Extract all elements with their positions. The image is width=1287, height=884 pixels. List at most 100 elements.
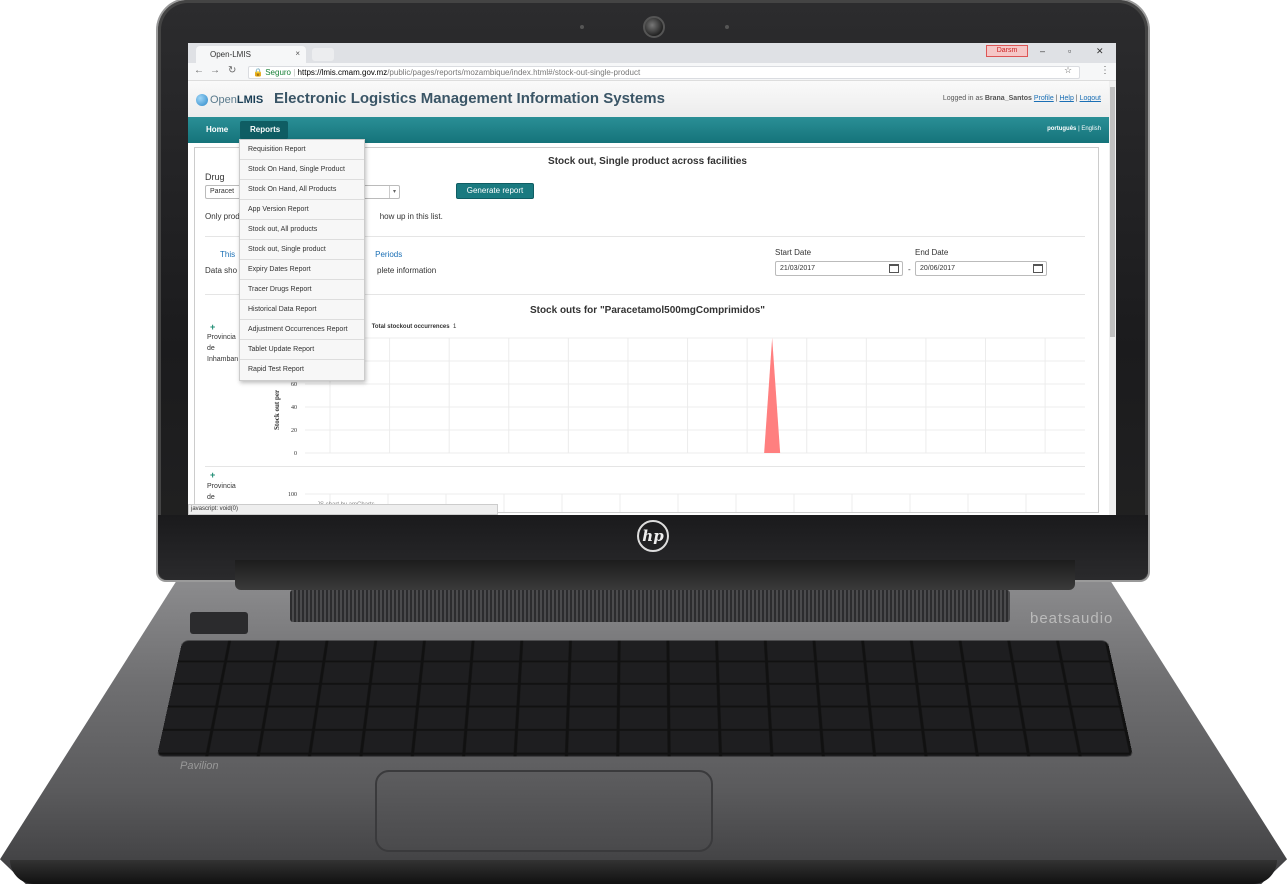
drug-label: Drug bbox=[205, 172, 225, 182]
keyboard[interactable] bbox=[156, 640, 1134, 757]
tab-title: Open-LMIS bbox=[210, 50, 251, 59]
y-tick-label: 0 bbox=[294, 451, 297, 457]
logo-prefix: Open bbox=[210, 94, 237, 106]
date-separator: - bbox=[908, 265, 911, 274]
start-date-label: Start Date bbox=[775, 248, 812, 257]
url-host: https://lmis.cmam.gov.mz bbox=[297, 68, 388, 77]
chart-grid bbox=[305, 337, 1085, 454]
browser-tab-bar: Open-LMIS × Darsm – ▫ ✕ bbox=[188, 43, 1116, 63]
username: Brana_Santos bbox=[984, 95, 1032, 102]
bookmark-star-icon[interactable]: ☆ bbox=[1064, 65, 1072, 76]
summary-value: 1 bbox=[452, 324, 457, 330]
menu-dots-icon[interactable]: ⋮ bbox=[1100, 65, 1110, 76]
start-date-value: 21/03/2017 bbox=[780, 265, 816, 272]
y-axis-ticks: 0 20 40 60 bbox=[291, 382, 297, 457]
reports-menu-item[interactable]: Stock On Hand, Single Product bbox=[240, 160, 364, 180]
new-tab-button[interactable] bbox=[312, 48, 334, 61]
y-axis-label: Stock out per bbox=[273, 390, 281, 430]
reports-menu-item[interactable]: App Version Report bbox=[240, 200, 364, 220]
url-path: /public/pages/reports/mozambique/index.h… bbox=[387, 68, 641, 77]
stockout-chart: 0204060 27.03.201704.201710.04.201717.04… bbox=[273, 337, 1085, 457]
province-line: Provincia bbox=[207, 483, 236, 490]
url-field[interactable]: 🔒 Seguro | https://lmis.cmam.gov.mz/publ… bbox=[248, 66, 1080, 79]
reports-menu-item[interactable]: Tracer Drugs Report bbox=[240, 280, 364, 300]
webcam-indicator-right bbox=[725, 25, 729, 29]
generate-report-button[interactable]: Generate report bbox=[456, 183, 534, 199]
scroll-thumb[interactable] bbox=[1110, 87, 1115, 337]
laptop-hinge bbox=[235, 560, 1075, 590]
forward-icon[interactable]: → bbox=[210, 65, 220, 76]
screen: Open-LMIS × Darsm – ▫ ✕ ← → ↻ 🔒 Seguro |… bbox=[188, 43, 1116, 515]
data-note-prefix: Data sho bbox=[205, 266, 238, 275]
browser-tab[interactable]: Open-LMIS × bbox=[196, 46, 306, 63]
nav-reports[interactable]: Reports bbox=[250, 125, 280, 134]
periods-link-text: Periods bbox=[375, 250, 403, 259]
hp-logo: hp bbox=[637, 520, 669, 552]
reports-menu-item[interactable]: Stock On Hand, All Products bbox=[240, 180, 364, 200]
chevron-down-icon: ▾ bbox=[389, 186, 399, 198]
speaker-grille bbox=[290, 590, 1010, 622]
minimize-icon[interactable]: – bbox=[1040, 46, 1045, 56]
status-bar: javascript: void(0) bbox=[188, 504, 498, 515]
power-button[interactable] bbox=[190, 612, 248, 634]
reports-menu-item[interactable]: Adjustment Occurrences Report bbox=[240, 320, 364, 340]
laptop-base-rim bbox=[10, 860, 1277, 884]
lang-portuguese[interactable]: português bbox=[1047, 126, 1076, 132]
reports-menu-item[interactable]: Stock out, All products bbox=[240, 220, 364, 240]
lock-icon: 🔒 bbox=[253, 68, 263, 77]
login-info: Logged in as Brana_Santos Profile | Help… bbox=[942, 95, 1101, 102]
page-scrollbar[interactable] bbox=[1109, 81, 1116, 515]
login-prefix: Logged in as bbox=[942, 95, 985, 102]
stockout-spike bbox=[764, 338, 781, 453]
y-axis-ticks: 100 bbox=[288, 492, 297, 498]
touchpad[interactable] bbox=[375, 770, 713, 852]
webcam-indicator-left bbox=[580, 25, 584, 29]
reports-menu-item[interactable]: Stock out, Single product bbox=[240, 240, 364, 260]
tab-close-icon[interactable]: × bbox=[295, 49, 300, 58]
openlmis-logo[interactable]: OpenLMIS bbox=[210, 94, 263, 106]
reload-icon[interactable]: ↻ bbox=[228, 65, 236, 76]
y-tick-label: 100 bbox=[288, 492, 297, 498]
note-suffix: how up in this list. bbox=[379, 212, 443, 221]
y-tick-label: 40 bbox=[291, 405, 297, 411]
end-date-label: End Date bbox=[915, 248, 949, 257]
end-date-input[interactable]: 20/06/2017 bbox=[915, 261, 1047, 276]
secure-label: Seguro bbox=[265, 68, 291, 77]
lang-english[interactable]: English bbox=[1081, 126, 1101, 132]
stockout-series bbox=[764, 338, 781, 453]
calendar-icon[interactable] bbox=[1033, 264, 1043, 273]
province-line: de bbox=[207, 494, 215, 501]
logout-link[interactable]: Logout bbox=[1080, 95, 1101, 102]
data-note-suffix: plete information bbox=[377, 266, 437, 275]
expand-row-button[interactable]: + bbox=[210, 470, 215, 480]
site-header: OpenLMIS Electronic Logistics Management… bbox=[188, 81, 1109, 117]
close-window-icon[interactable]: ✕ bbox=[1096, 46, 1104, 57]
province-label: Provincia de bbox=[207, 481, 247, 503]
end-date-value: 20/06/2017 bbox=[920, 265, 956, 272]
maximize-icon[interactable]: ▫ bbox=[1068, 46, 1071, 56]
model-label: Pavilion bbox=[180, 760, 219, 772]
help-link[interactable]: Help bbox=[1059, 95, 1073, 102]
profile-chip[interactable]: Darsm bbox=[986, 45, 1028, 57]
reports-menu-item[interactable]: Tablet Update Report bbox=[240, 340, 364, 360]
site-title: Electronic Logistics Management Informat… bbox=[274, 90, 665, 107]
drug-select-value: Paracet bbox=[210, 188, 235, 195]
logo-bold: LMIS bbox=[236, 94, 264, 106]
reports-menu-item[interactable]: Historical Data Report bbox=[240, 300, 364, 320]
divider bbox=[205, 466, 1085, 467]
nav-home[interactable]: Home bbox=[206, 125, 228, 134]
openlmis-logo-icon bbox=[196, 94, 208, 106]
note-prefix: Only prod bbox=[205, 212, 240, 221]
reports-menu-item[interactable]: Rapid Test Report bbox=[240, 360, 364, 380]
profile-link[interactable]: Profile bbox=[1034, 95, 1054, 102]
summary-label: Total stockout occurrences bbox=[371, 324, 450, 330]
expand-row-button[interactable]: + bbox=[210, 322, 215, 332]
start-date-input[interactable]: 21/03/2017 bbox=[775, 261, 903, 276]
reports-menu-item[interactable]: Requisition Report bbox=[240, 140, 364, 160]
back-icon[interactable]: ← bbox=[194, 65, 204, 76]
reports-menu-item[interactable]: Expiry Dates Report bbox=[240, 260, 364, 280]
calendar-icon[interactable] bbox=[889, 264, 899, 273]
periods-prefix: This bbox=[220, 250, 236, 259]
language-switch: português | English bbox=[1047, 126, 1101, 132]
stockout-summary: 0 Total stockout occurrences 1 bbox=[360, 324, 456, 330]
